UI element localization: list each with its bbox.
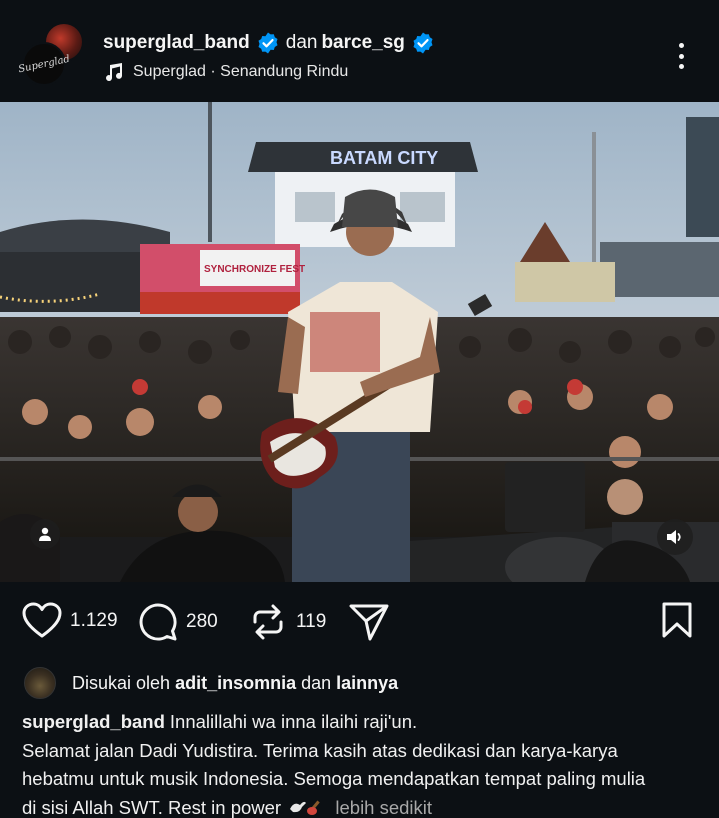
tower-sign-text: BATAM CITY [330, 148, 438, 168]
user-tag-button[interactable] [30, 519, 60, 549]
comments-count[interactable]: 280 [186, 611, 218, 633]
caption-text-4: di sisi Allah SWT. Rest in power [22, 796, 282, 818]
post-caption: superglad_band Innalillahi wa inna ilaihi… [22, 708, 712, 818]
sound-toggle-button[interactable] [657, 519, 693, 555]
superglad-avatar[interactable]: Superglad [17, 42, 71, 86]
verified-badge-icon [258, 32, 278, 54]
collab-avatars[interactable]: Superglad [17, 22, 86, 86]
verified-badge-icon [413, 32, 433, 54]
caption-line-2: Selamat jalan Dadi Yudistira. Terima kas… [22, 739, 618, 761]
likes-count[interactable]: 1.129 [70, 610, 118, 632]
heart-icon[interactable] [22, 602, 62, 640]
caption-line-1: superglad_band Innalillahi wa inna ilaihi… [22, 708, 712, 737]
post-actions: 1.129 280 119 [0, 582, 719, 662]
caption-username[interactable]: superglad_band [22, 711, 165, 732]
liked-by-middle: dan [301, 672, 332, 693]
post-photo[interactable]: BATAM CITY SYNCHRONIZE FEST [0, 102, 719, 582]
repost-action[interactable]: 119 [248, 602, 326, 642]
author-conjunction: dan [285, 32, 318, 53]
caption-line-4: di sisi Allah SWT. Rest in power lebih s… [22, 794, 712, 818]
user-tag-icon [39, 527, 51, 541]
like-action[interactable]: 1.129 [22, 602, 118, 640]
author-username-1[interactable]: superglad_band [103, 32, 250, 54]
liker-avatar[interactable] [24, 667, 56, 699]
reposts-count[interactable]: 119 [296, 611, 326, 633]
post-header: Superglad superglad_band dan barce_sg Su… [0, 0, 719, 102]
bookmark-icon[interactable] [660, 601, 694, 639]
avatar-logo-text: Superglad [17, 53, 71, 75]
more-options-icon[interactable] [668, 40, 694, 72]
music-label: Superglad · Senandung Rindu [133, 63, 349, 80]
comment-icon[interactable] [138, 602, 178, 642]
concert-photo: BATAM CITY SYNCHRONIZE FEST [0, 102, 719, 582]
see-less-link[interactable]: lebih sedikit [335, 797, 432, 818]
liked-by-others[interactable]: lainnya [336, 673, 398, 694]
author-username-2[interactable]: barce_sg [321, 32, 404, 54]
liked-by-prefix: Disukai oleh [72, 672, 171, 693]
liker-username[interactable]: adit_insomnia [175, 673, 296, 694]
sound-icon [667, 530, 681, 544]
music-attribution[interactable]: Superglad · Senandung Rindu [103, 62, 348, 82]
music-note-icon [106, 63, 123, 82]
caption-text-1: Innalillahi wa inna ilaihi raji'un. [169, 711, 418, 732]
comment-action[interactable]: 280 [138, 602, 218, 642]
share-action[interactable] [348, 602, 398, 642]
repost-icon[interactable] [248, 602, 288, 642]
share-icon[interactable] [348, 602, 390, 642]
caption-line-3: hebatmu untuk musik Indonesia. Semoga me… [22, 768, 646, 789]
banner-text: SYNCHRONIZE FEST [204, 264, 305, 275]
dove-guitar-emoji-icon [290, 800, 320, 815]
liked-by[interactable]: Disukai oleh adit_insomnia dan lainnya [24, 666, 403, 700]
author-line: superglad_band dan barce_sg [103, 31, 435, 55]
